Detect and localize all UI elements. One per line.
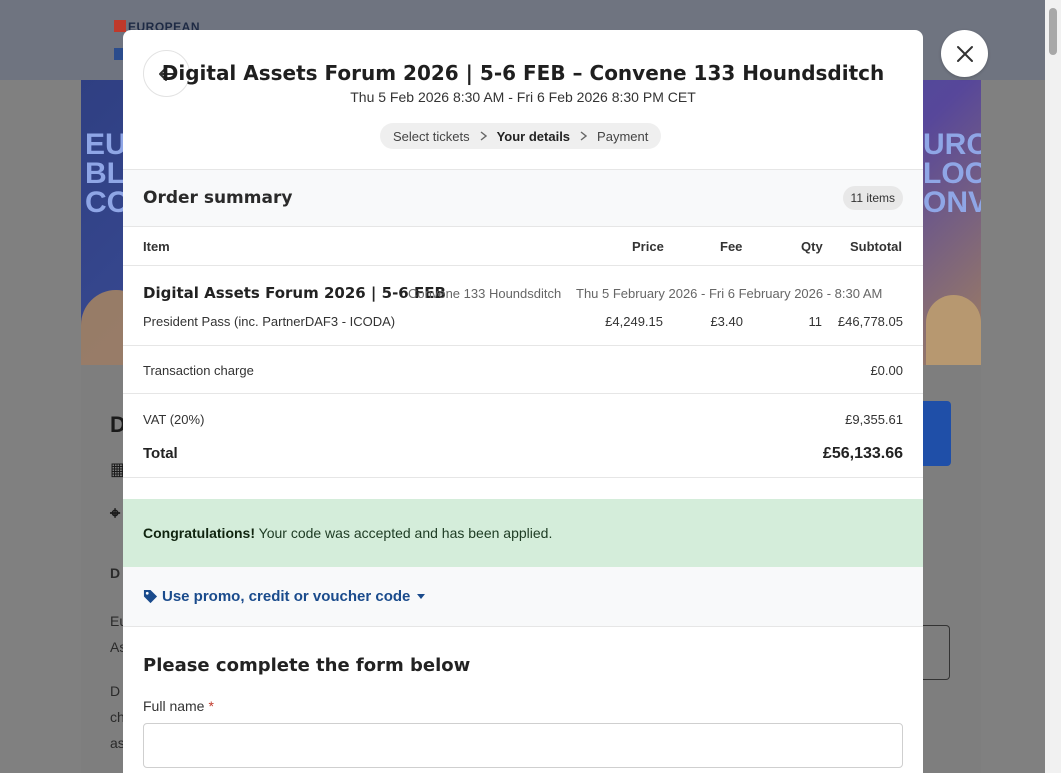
order-item-venue: Convene 133 Houndsditch [408,286,562,301]
success-message: Your code was accepted and has been appl… [255,525,553,541]
ticket-qty: 11 [808,314,823,329]
full-name-input[interactable] [143,723,903,768]
chevron-right-icon [580,131,588,141]
order-item: Digital Assets Forum 2026 | 5-6 FEB Conv… [123,266,923,346]
hero-figure-right [926,295,981,365]
event-title: Digital Assets Forum 2026 | 5-6 FEB – Co… [161,61,885,85]
background-outline-button [921,625,950,680]
items-count-badge: 11 items [842,186,903,210]
close-icon [956,45,973,62]
transaction-charge-row: Transaction charge £0.00 [123,346,923,394]
vat-label: VAT (20%) [143,412,205,427]
promo-success-banner: Congratulations! Your code was accepted … [123,499,923,567]
page-scrollbar-track[interactable] [1045,0,1061,773]
total-label: Total [143,445,178,462]
checkout-steps: Select tickets Your details Payment [380,123,662,149]
total-row: Total £56,133.66 [123,444,923,478]
promo-section: Use promo, credit or voucher code [123,567,923,627]
order-summary-title: Order summary [143,188,293,208]
background-register-button [921,401,951,466]
order-item-dates: Thu 5 February 2026 - Fri 6 February 202… [576,286,883,301]
transaction-charge-label: Transaction charge [143,363,254,378]
full-name-label: Full name * [143,698,214,714]
background-description: D Eu As D ch as [110,565,128,751]
required-indicator: * [208,698,214,714]
order-summary-header: Order summary 11 items [123,169,923,227]
total-value: £56,133.66 [822,445,903,462]
caret-down-icon [417,593,426,599]
ticket-fee: £3.40 [710,314,743,329]
tag-icon [143,589,158,604]
vat-row: VAT (20%) £9,355.61 [123,394,923,444]
column-price: Price [632,239,664,254]
ticket-subtotal: £46,778.05 [837,314,903,329]
step-your-details: Your details [496,128,571,144]
column-qty: Qty [801,239,823,254]
chevron-right-icon [480,131,487,141]
hero-text-right: URO LOC ONV [923,128,981,219]
order-item-event-name: Digital Assets Forum 2026 | 5-6 FEB [143,284,446,302]
ticket-name: President Pass (inc. PartnerDAF3 - ICODA… [143,314,396,329]
column-fee: Fee [720,239,743,254]
order-table-header: Item Price Fee Qty Subtotal [123,227,923,266]
promo-code-toggle[interactable]: Use promo, credit or voucher code [143,588,426,605]
ticket-price: £4,249.15 [605,314,663,329]
background-event-meta: D ▦ ⌖ [110,412,128,523]
vat-value: £9,355.61 [845,412,903,427]
form-title: Please complete the form below [143,655,471,676]
promo-code-label: Use promo, credit or voucher code [162,588,411,605]
page-scrollbar-thumb[interactable] [1049,8,1057,55]
column-subtotal: Subtotal [850,239,902,254]
column-item: Item [143,239,170,254]
step-select-tickets[interactable]: Select tickets [393,129,470,144]
close-modal-button[interactable] [941,30,988,77]
transaction-charge-value: £0.00 [870,363,903,378]
event-datetime: Thu 5 Feb 2026 8:30 AM - Fri 6 Feb 2026 … [350,89,696,105]
checkout-modal: Digital Assets Forum 2026 | 5-6 FEB – Co… [123,30,923,773]
success-strong-text: Congratulations! [143,525,255,541]
step-payment: Payment [597,128,649,144]
